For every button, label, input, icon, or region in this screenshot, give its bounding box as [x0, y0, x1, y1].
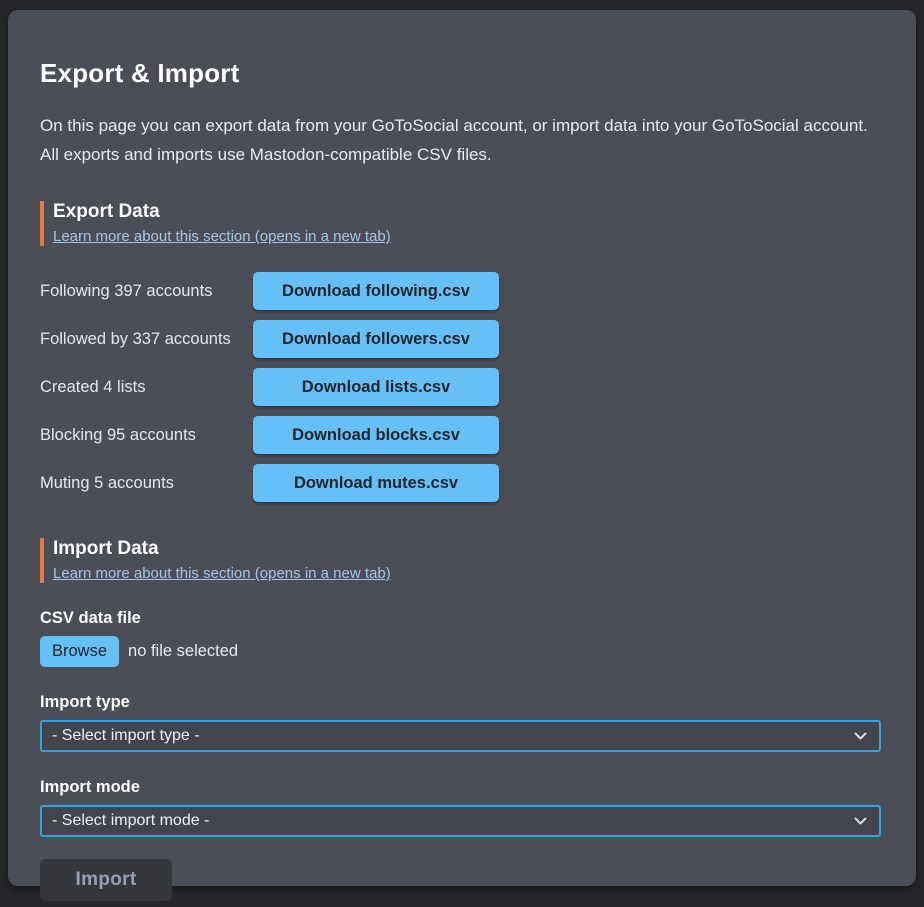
following-count-label: Following 397 accounts — [40, 282, 253, 301]
export-row-followers: Followed by 337 accounts Download follow… — [40, 320, 884, 358]
import-submit-button[interactable]: Import — [40, 859, 172, 901]
browse-file-button[interactable]: Browse — [40, 636, 119, 667]
import-type-label: Import type — [40, 693, 884, 712]
download-followers-button[interactable]: Download followers.csv — [253, 320, 499, 358]
lists-count-label: Created 4 lists — [40, 378, 253, 397]
import-mode-selected-value: - Select import mode - — [52, 812, 209, 830]
export-import-panel: Export & Import On this page you can exp… — [8, 10, 916, 886]
import-data-section: Import Data Learn more about this sectio… — [40, 538, 884, 901]
import-type-field: Import type - Select import type - — [40, 693, 884, 752]
export-row-lists: Created 4 lists Download lists.csv — [40, 368, 884, 406]
download-following-button[interactable]: Download following.csv — [253, 272, 499, 310]
csv-file-label: CSV data file — [40, 609, 884, 628]
page-description: On this page you can export data from yo… — [40, 111, 884, 169]
import-type-selected-value: - Select import type - — [52, 727, 200, 745]
import-mode-field: Import mode - Select import mode - — [40, 778, 884, 837]
download-lists-button[interactable]: Download lists.csv — [253, 368, 499, 406]
page-description-line-2: All exports and imports use Mastodon-com… — [40, 145, 492, 164]
download-mutes-button[interactable]: Download mutes.csv — [253, 464, 499, 502]
download-blocks-button[interactable]: Download blocks.csv — [253, 416, 499, 454]
export-row-blocks: Blocking 95 accounts Download blocks.csv — [40, 416, 884, 454]
export-data-section-head: Export Data Learn more about this sectio… — [40, 201, 884, 246]
page-title: Export & Import — [40, 58, 884, 89]
file-selected-status: no file selected — [128, 642, 238, 661]
import-learn-more-link[interactable]: Learn more about this section (opens in … — [53, 565, 391, 582]
export-row-following: Following 397 accounts Download followin… — [40, 272, 884, 310]
import-mode-label: Import mode — [40, 778, 884, 797]
import-type-select[interactable]: - Select import type - — [40, 720, 881, 752]
import-mode-select[interactable]: - Select import mode - — [40, 805, 881, 837]
export-data-heading: Export Data — [53, 201, 884, 223]
mutes-count-label: Muting 5 accounts — [40, 474, 253, 493]
import-data-heading: Import Data — [53, 538, 884, 560]
export-learn-more-link[interactable]: Learn more about this section (opens in … — [53, 228, 391, 245]
chevron-down-icon — [854, 817, 867, 826]
page-description-line-1: On this page you can export data from yo… — [40, 116, 868, 135]
file-input-row: Browse no file selected — [40, 636, 884, 667]
import-data-section-head: Import Data Learn more about this sectio… — [40, 538, 884, 583]
blocks-count-label: Blocking 95 accounts — [40, 426, 253, 445]
followers-count-label: Followed by 337 accounts — [40, 330, 253, 349]
export-data-section: Export Data Learn more about this sectio… — [40, 201, 884, 502]
csv-file-field: CSV data file Browse no file selected — [40, 609, 884, 667]
chevron-down-icon — [854, 732, 867, 741]
export-row-mutes: Muting 5 accounts Download mutes.csv — [40, 464, 884, 502]
